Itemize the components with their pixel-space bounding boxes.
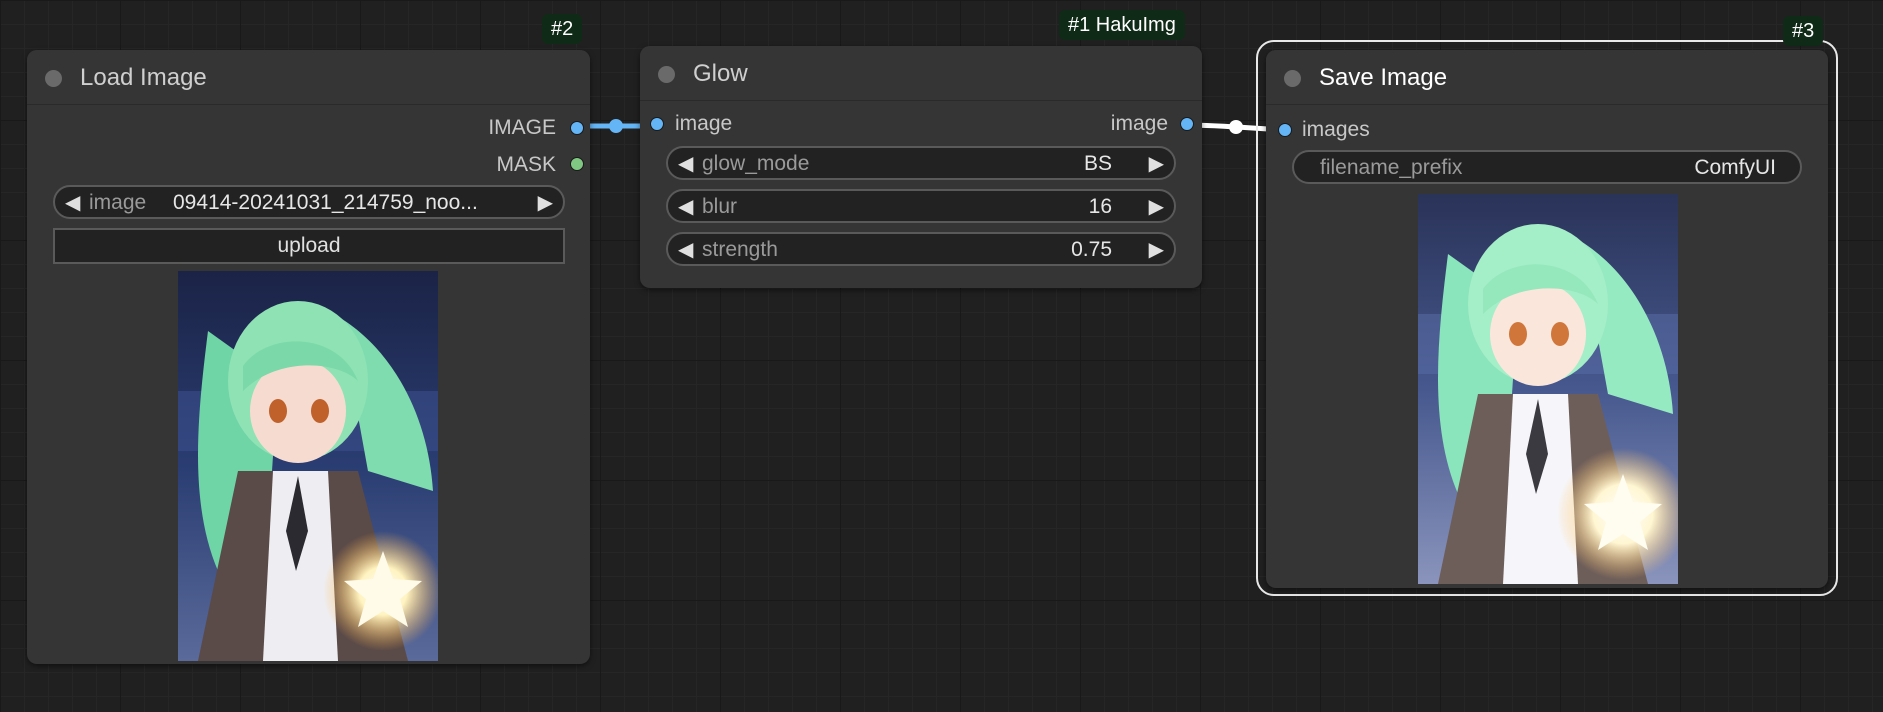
widget-value: 16 [1088,195,1112,218]
arrow-left-icon[interactable]: ◀ [678,151,693,176]
glow-mode-widget[interactable]: ◀ glow_mode BS ▶ [666,146,1176,180]
save-image-node[interactable]: Save Image images filename_prefix ComfyU… [1266,50,1828,588]
widget-value: ComfyUI [1694,156,1776,179]
node-id-badge-load-image: #2 [542,14,583,44]
image-preview [178,271,438,661]
wire-midpoint-2 [1229,120,1243,134]
input-label-images: images [1302,118,1370,141]
output-label-mask: MASK [496,153,556,176]
wire-midpoint-1 [609,119,623,133]
arrow-right-icon[interactable]: ▶ [538,190,553,215]
filename-prefix-widget[interactable]: filename_prefix ComfyUI [1292,150,1802,184]
node-id-badge-save-image: #3 [1783,16,1824,46]
anime-girl-illustration [1418,194,1678,584]
output-port-mask[interactable] [570,157,584,171]
upload-button[interactable]: upload [53,228,565,264]
node-title: Glow [693,60,748,87]
node-title: Save Image [1319,64,1448,91]
arrow-right-icon[interactable]: ▶ [1149,194,1164,219]
widget-label: image [89,191,147,214]
strength-widget[interactable]: ◀ strength 0.75 ▶ [666,232,1176,266]
collapse-dot-icon[interactable] [1284,70,1301,87]
widget-label: blur [702,195,738,218]
widget-value: 0.75 [1071,238,1112,261]
collapse-dot-icon[interactable] [658,66,675,83]
output-label-image: image [1110,112,1168,135]
arrow-right-icon[interactable]: ▶ [1149,151,1164,176]
output-port-image[interactable] [570,121,584,135]
node-title: Load Image [80,64,207,91]
input-port-images[interactable] [1278,123,1292,137]
input-port-image[interactable] [650,117,664,131]
anime-girl-illustration [178,271,438,661]
arrow-left-icon[interactable]: ◀ [65,190,80,215]
widget-value: 09414-20241031_214759_noo... [173,191,478,214]
widget-label: filename_prefix [1320,156,1463,179]
input-label-image: image [675,112,733,135]
node-id-badge-glow: #1 HakuImg [1059,10,1185,40]
glow-node[interactable]: Glow image image ◀ glow_mode BS ▶ ◀ blur… [640,46,1202,288]
arrow-left-icon[interactable]: ◀ [678,194,693,219]
image-preview [1418,194,1678,584]
blur-widget[interactable]: ◀ blur 16 ▶ [666,189,1176,223]
node-header[interactable]: Load Image [27,50,590,105]
widget-label: strength [702,238,778,261]
collapse-dot-icon[interactable] [45,70,62,87]
node-header[interactable]: Save Image [1266,50,1828,105]
output-label-image: IMAGE [488,116,556,139]
arrow-right-icon[interactable]: ▶ [1149,237,1164,262]
node-header[interactable]: Glow [640,46,1202,101]
widget-value: BS [1083,152,1112,175]
widget-label: glow_mode [702,152,810,175]
load-image-node[interactable]: Load Image IMAGE MASK ◀ image 09414-2024… [27,50,590,664]
image-combo-widget[interactable]: ◀ image 09414-20241031_214759_noo... ▶ [53,185,565,219]
arrow-left-icon[interactable]: ◀ [678,237,693,262]
output-port-image[interactable] [1180,117,1194,131]
